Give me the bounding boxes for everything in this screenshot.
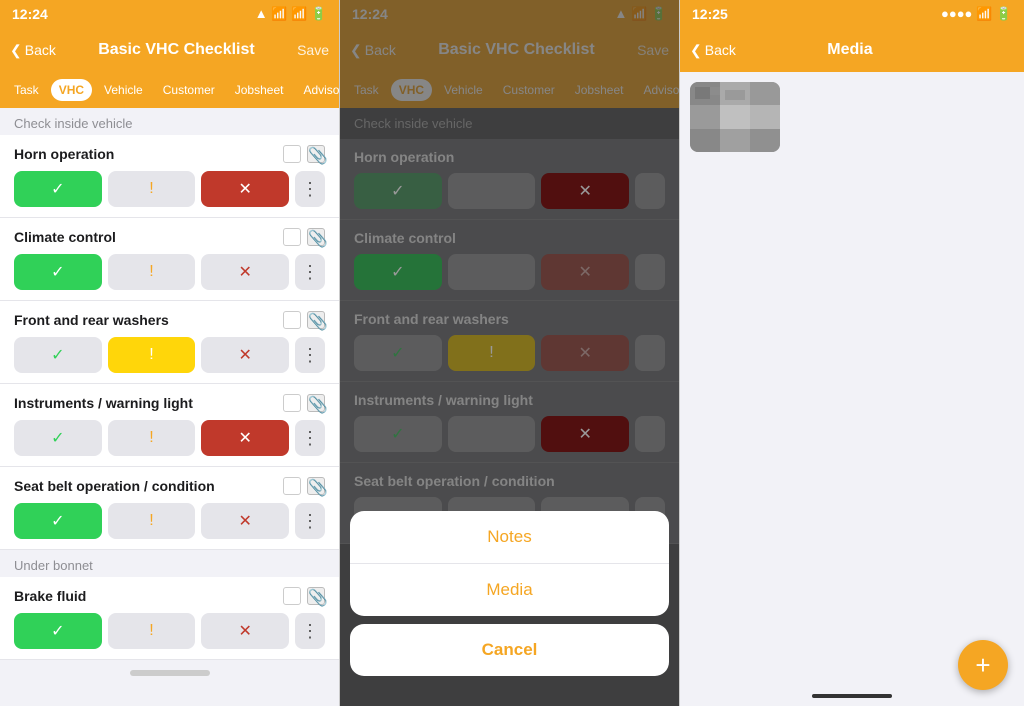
left-back-button[interactable]: ❮ Back: [10, 42, 56, 59]
instruments-btn-pass[interactable]: ✓: [14, 420, 102, 456]
check-washers-title: Front and rear washers: [14, 312, 169, 328]
check-brakefluid-clip[interactable]: 📎: [307, 587, 325, 605]
right-chevron-icon: ❮: [690, 42, 702, 59]
tab-advisories[interactable]: Advisories: [295, 79, 339, 101]
check-seatbelt: Seat belt operation / condition 📎 ✓ ! ✕ …: [0, 467, 339, 550]
check-horn-icons: 📎: [283, 145, 325, 163]
seatbelt-btn-fail[interactable]: ✕: [201, 503, 289, 539]
right-nav-bar: ❮ Back Media: [680, 28, 1024, 72]
middle-panel: 12:24 ▲ 📶 🔋 ❮ Back Basic VHC Checklist S…: [340, 0, 680, 706]
climate-btn-more[interactable]: ⋮: [295, 254, 325, 290]
check-washers: Front and rear washers 📎 ✓ ! ✕ ⋮: [0, 301, 339, 384]
check-washers-clip[interactable]: 📎: [307, 311, 325, 329]
media-thumbnail-1[interactable]: [690, 82, 780, 152]
check-brakefluid: Brake fluid 📎 ✓ ! ✕ ⋮: [0, 577, 339, 660]
seatbelt-btn-pass[interactable]: ✓: [14, 503, 102, 539]
tab-vehicle[interactable]: Vehicle: [96, 79, 151, 101]
left-nav-bar: ❮ Back Basic VHC Checklist Save: [0, 28, 339, 72]
climate-btn-advisory[interactable]: !: [108, 254, 196, 290]
check-horn-checkbox[interactable]: [283, 145, 301, 163]
instruments-btn-fail[interactable]: ✕: [201, 420, 289, 456]
left-chevron-icon: ❮: [10, 42, 22, 59]
tab-jobsheet[interactable]: Jobsheet: [227, 79, 292, 101]
check-horn: Horn operation 📎 ✓ ! ✕ ⋮: [0, 135, 339, 218]
action-sheet-media[interactable]: Media: [350, 564, 669, 616]
check-brakefluid-title: Brake fluid: [14, 588, 86, 604]
brakefluid-btn-pass[interactable]: ✓: [14, 613, 102, 649]
left-status-bar: 12:24 ▲ 📶 📶 🔋: [0, 0, 339, 28]
check-seatbelt-clip[interactable]: 📎: [307, 477, 325, 495]
tab-vhc[interactable]: VHC: [51, 79, 92, 101]
right-panel: 12:25 ●●●● 📶 🔋 ❮ Back Media: [680, 0, 1024, 706]
seatbelt-btn-more[interactable]: ⋮: [295, 503, 325, 539]
check-instruments-buttons: ✓ ! ✕ ⋮: [14, 420, 325, 456]
washers-btn-more[interactable]: ⋮: [295, 337, 325, 373]
right-nav-title: Media: [736, 41, 964, 59]
horn-btn-advisory[interactable]: !: [108, 171, 196, 207]
left-time: 12:24: [12, 6, 48, 22]
instruments-btn-advisory[interactable]: !: [108, 420, 196, 456]
section-under-bonnet: Under bonnet: [0, 550, 339, 577]
horn-btn-pass[interactable]: ✓: [14, 171, 102, 207]
seatbelt-btn-advisory[interactable]: !: [108, 503, 196, 539]
section-inside-vehicle: Check inside vehicle: [0, 108, 339, 135]
check-brakefluid-buttons: ✓ ! ✕ ⋮: [14, 613, 325, 649]
home-indicator: [812, 694, 892, 698]
left-save-button[interactable]: Save: [297, 42, 329, 58]
tab-customer[interactable]: Customer: [155, 79, 223, 101]
add-media-fab[interactable]: +: [958, 640, 1008, 690]
left-tab-bar: Task VHC Vehicle Customer Jobsheet Advis…: [0, 72, 339, 108]
check-seatbelt-checkbox[interactable]: [283, 477, 301, 495]
media-grid: [680, 72, 1024, 706]
check-seatbelt-title: Seat belt operation / condition: [14, 478, 215, 494]
check-climate-checkbox[interactable]: [283, 228, 301, 246]
media-image-1: [690, 82, 780, 152]
right-back-label: Back: [705, 42, 736, 58]
check-instruments-title: Instruments / warning light: [14, 395, 193, 411]
check-horn-title: Horn operation: [14, 146, 114, 162]
check-washers-checkbox[interactable]: [283, 311, 301, 329]
left-panel: 12:24 ▲ 📶 📶 🔋 ❮ Back Basic VHC Checklist…: [0, 0, 340, 706]
left-nav-title: Basic VHC Checklist: [56, 41, 297, 59]
tab-task[interactable]: Task: [6, 79, 47, 101]
check-climate-clip[interactable]: 📎: [307, 228, 325, 246]
action-sheet-group: Notes Media: [350, 511, 669, 616]
left-back-label: Back: [25, 42, 56, 58]
brakefluid-btn-more[interactable]: ⋮: [295, 613, 325, 649]
right-time: 12:25: [692, 6, 728, 22]
check-climate-title: Climate control: [14, 229, 116, 245]
brakefluid-btn-advisory[interactable]: !: [108, 613, 196, 649]
check-brakefluid-checkbox[interactable]: [283, 587, 301, 605]
washers-btn-advisory[interactable]: !: [108, 337, 196, 373]
right-back-button[interactable]: ❮ Back: [690, 42, 736, 59]
right-status-icons: ●●●● 📶 🔋: [941, 6, 1012, 22]
action-sheet-notes[interactable]: Notes: [350, 511, 669, 564]
horn-btn-more[interactable]: ⋮: [295, 171, 325, 207]
horn-btn-fail[interactable]: ✕: [201, 171, 289, 207]
instruments-btn-more[interactable]: ⋮: [295, 420, 325, 456]
climate-btn-fail[interactable]: ✕: [201, 254, 289, 290]
brakefluid-btn-fail[interactable]: ✕: [201, 613, 289, 649]
check-instruments-checkbox[interactable]: [283, 394, 301, 412]
check-horn-clip[interactable]: 📎: [307, 145, 325, 163]
climate-btn-pass[interactable]: ✓: [14, 254, 102, 290]
check-instruments: Instruments / warning light 📎 ✓ ! ✕ ⋮: [0, 384, 339, 467]
check-climate-buttons: ✓ ! ✕ ⋮: [14, 254, 325, 290]
washers-btn-fail[interactable]: ✕: [201, 337, 289, 373]
action-sheet-cancel[interactable]: Cancel: [350, 624, 669, 676]
check-seatbelt-buttons: ✓ ! ✕ ⋮: [14, 503, 325, 539]
right-status-bar: 12:25 ●●●● 📶 🔋: [680, 0, 1024, 28]
check-instruments-clip[interactable]: 📎: [307, 394, 325, 412]
check-horn-buttons: ✓ ! ✕ ⋮: [14, 171, 325, 207]
washers-btn-pass[interactable]: ✓: [14, 337, 102, 373]
check-climate: Climate control 📎 ✓ ! ✕ ⋮: [0, 218, 339, 301]
left-status-icon: ▲ 📶 📶 🔋: [255, 6, 327, 22]
action-sheet: Notes Media Cancel: [350, 511, 669, 676]
check-washers-buttons: ✓ ! ✕ ⋮: [14, 337, 325, 373]
left-checklist-content: Check inside vehicle Horn operation 📎 ✓ …: [0, 108, 339, 706]
